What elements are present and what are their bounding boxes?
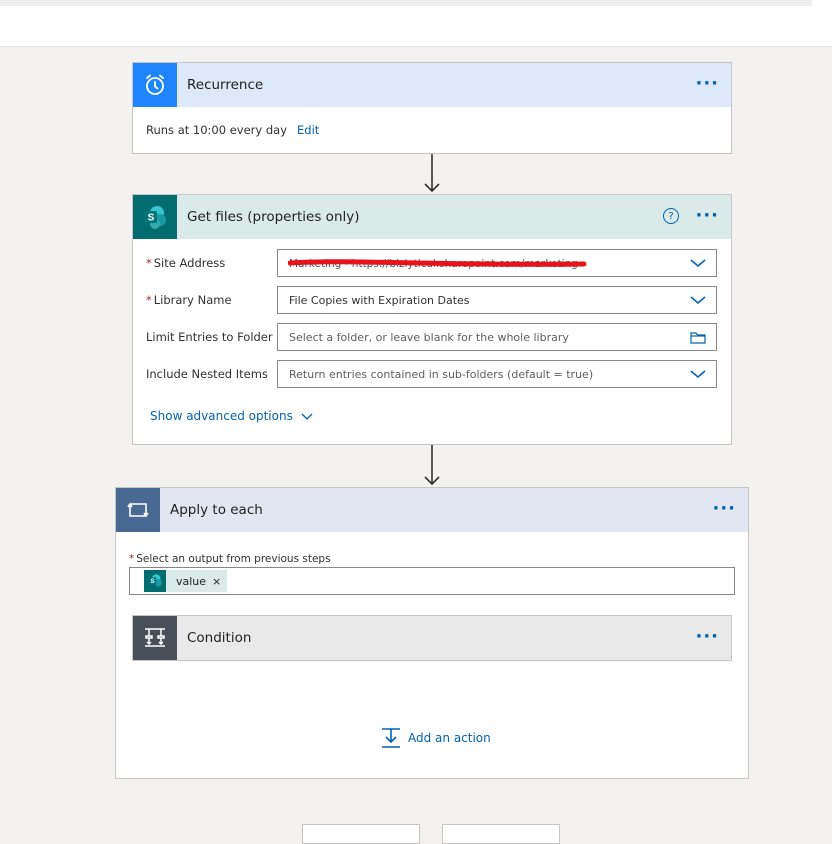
more-options-icon[interactable]: ··· xyxy=(695,207,719,225)
chevron-down-icon xyxy=(301,413,313,420)
output-label: * Select an output from previous steps xyxy=(129,553,331,565)
limit-folder-placeholder: Select a folder, or leave blank for the … xyxy=(289,331,569,344)
chevron-down-icon xyxy=(690,259,706,268)
get-files-card[interactable]: S Get files (properties only) ? ··· * Sit… xyxy=(132,194,732,445)
loop-icon xyxy=(116,488,160,532)
svg-text:S: S xyxy=(148,213,155,224)
remove-token-icon[interactable]: × xyxy=(212,575,221,588)
redaction-mark xyxy=(288,259,587,267)
value-token[interactable]: S value × xyxy=(144,570,228,592)
nested-items-row: Include Nested Items Return entries cont… xyxy=(133,360,733,397)
library-name-dropdown[interactable]: File Copies with Expiration Dates xyxy=(277,286,717,314)
output-label-text: Select an output from previous steps xyxy=(136,553,331,565)
show-advanced-label: Show advanced options xyxy=(150,409,293,423)
output-input[interactable]: S value × xyxy=(129,567,735,595)
more-options-icon[interactable]: ··· xyxy=(695,628,719,646)
nested-items-label: Include Nested Items xyxy=(146,367,268,381)
recurrence-header[interactable]: Recurrence ··· xyxy=(133,63,731,107)
site-address-row: * Site Address Marketing - https://bizlyt… xyxy=(133,249,733,286)
nested-items-placeholder: Return entries contained in sub-folders … xyxy=(289,368,594,381)
condition-card[interactable]: Condition ··· xyxy=(132,615,732,661)
more-options-icon[interactable]: ··· xyxy=(695,75,719,93)
required-marker: * xyxy=(146,293,152,307)
top-strip xyxy=(0,0,812,6)
more-options-icon[interactable]: ··· xyxy=(712,500,736,518)
site-address-dropdown[interactable]: Marketing - https://bizlytical.sharepoin… xyxy=(277,249,717,277)
recurrence-title: Recurrence xyxy=(187,77,264,93)
add-action-icon xyxy=(382,728,400,748)
top-bar xyxy=(0,0,832,47)
add-action-label: Add an action xyxy=(408,731,491,745)
add-an-action-button[interactable]: Add an action xyxy=(380,727,491,749)
edit-link[interactable]: Edit xyxy=(297,123,319,137)
help-icon[interactable]: ? xyxy=(663,208,679,224)
chevron-down-icon xyxy=(690,370,706,379)
recurrence-summary: Runs at 10:00 every day xyxy=(146,123,288,137)
bottom-button-left[interactable] xyxy=(302,824,420,844)
get-files-header[interactable]: S Get files (properties only) ? ··· xyxy=(133,195,731,239)
limit-folder-row: Limit Entries to Folder Select a folder,… xyxy=(133,323,733,360)
apply-to-each-title: Apply to each xyxy=(170,502,263,518)
down-arrow-icon xyxy=(424,154,440,193)
library-name-label-text: Library Name xyxy=(153,293,232,307)
apply-to-each-header[interactable]: Apply to each ··· xyxy=(116,488,748,532)
svg-text:S: S xyxy=(150,578,154,585)
required-marker: * xyxy=(146,256,152,270)
condition-title: Condition xyxy=(187,630,252,646)
required-marker: * xyxy=(129,553,135,565)
site-address-label: * Site Address xyxy=(146,256,225,270)
recurrence-card[interactable]: Recurrence ··· Runs at 10:00 every day Ed… xyxy=(132,62,732,154)
site-address-label-text: Site Address xyxy=(153,256,226,270)
library-name-label: * Library Name xyxy=(146,293,232,307)
token-label: value xyxy=(176,574,207,588)
chevron-down-icon xyxy=(690,296,706,305)
apply-to-each-card[interactable]: Apply to each ··· * Select an output from… xyxy=(115,487,749,779)
down-arrow-icon xyxy=(424,445,440,486)
limit-folder-input[interactable]: Select a folder, or leave blank for the … xyxy=(277,323,717,351)
recurrence-summary-row: Runs at 10:00 every day Edit xyxy=(133,107,731,137)
limit-folder-label: Limit Entries to Folder xyxy=(146,330,273,344)
sharepoint-icon: S xyxy=(133,195,177,239)
library-name-value: File Copies with Expiration Dates xyxy=(289,294,470,307)
get-files-title: Get files (properties only) xyxy=(187,209,360,225)
sharepoint-icon: S xyxy=(144,570,166,592)
nested-items-dropdown[interactable]: Return entries contained in sub-folders … xyxy=(277,360,717,388)
condition-icon xyxy=(133,616,177,660)
library-name-row: * Library Name File Copies with Expiratio… xyxy=(133,286,733,323)
folder-icon[interactable] xyxy=(690,331,706,344)
bottom-button-right[interactable] xyxy=(442,824,560,844)
alarm-clock-icon xyxy=(133,63,177,107)
show-advanced-options-link[interactable]: Show advanced options xyxy=(150,409,313,423)
